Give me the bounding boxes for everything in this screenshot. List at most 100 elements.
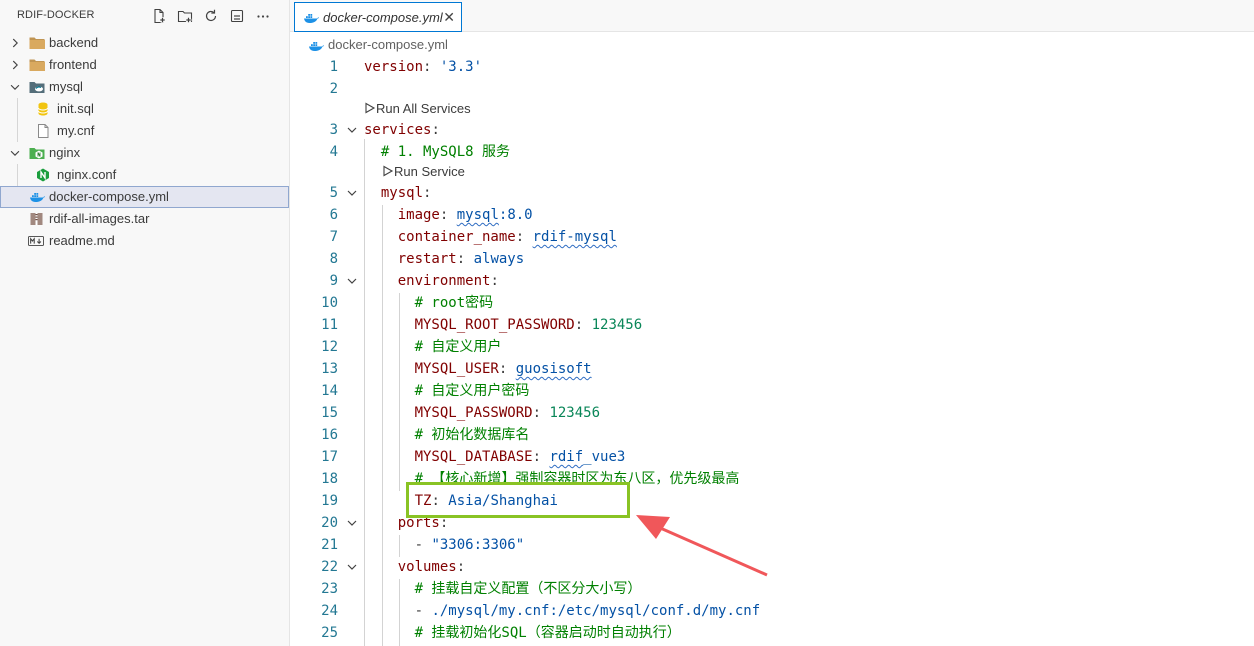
docker-icon [309,42,324,51]
tree-item-label: nginx [49,145,81,160]
tab-docker-compose[interactable]: docker-compose.yml ✕ [294,2,462,32]
folder-icon [29,37,45,49]
code-line[interactable]: # 挂载自定义配置（不区分大小写） [364,578,642,600]
run-service-label: Run Service [394,164,465,179]
line-number: 12 [321,339,338,355]
code-line[interactable]: MYSQL_ROOT_PASSWORD: 123456 [364,314,643,336]
code-token: : [498,361,516,377]
code-line[interactable]: mysql: [364,182,432,204]
tree-item-backend[interactable]: backend [0,32,289,54]
run-all-services-label: Run All Services [376,101,471,116]
code-line[interactable]: # 1. MySQL8 服务 [364,141,510,163]
database-file-icon [38,102,48,116]
code-line[interactable]: environment: [364,270,499,292]
code-token: ./mysql/my.cnf:/etc/mysql/conf.d/my.cnf [431,603,761,619]
code-comment: # 挂载初始化SQL（容器启动时自动执行） [414,625,681,641]
code-editor[interactable]: Run All Services Run Service 1 version: '… [290,55,1254,646]
tree-item-init-sql[interactable]: init.sql [0,98,289,120]
code-key: MYSQL_DATABASE [414,449,533,465]
code-line[interactable]: # 挂载初始化SQL（容器启动时自动执行） [364,622,681,644]
explorer-sidebar: RDIF-DOCKER backend frontend mysql init.… [0,0,290,646]
code-line[interactable]: restart: always [364,248,524,270]
new-file-icon[interactable] [149,7,169,25]
annotation-arrow-icon [636,515,768,577]
close-icon[interactable]: ✕ [443,10,455,26]
tree-item-rdif-all-images-tar[interactable]: rdif-all-images.tar [0,208,289,230]
code-comment: # 挂载自定义配置（不区分大小写） [414,581,642,597]
line-number: 23 [321,581,338,597]
code-line[interactable]: # 自定义用户 [364,336,502,358]
code-line[interactable]: version: '3.3' [364,56,482,78]
code-token: - [364,537,432,553]
line-number: 5 [329,185,338,201]
code-comment: # 初始化数据库名 [414,427,530,443]
line-number: 25 [321,625,338,641]
tree-item-readme-md[interactable]: readme.md [0,230,289,252]
code-line[interactable]: MYSQL_DATABASE: rdif_vue3 [364,446,626,468]
tree-item-my-cnf[interactable]: my.cnf [0,120,289,142]
code-line[interactable]: - ./mysql/my.cnf:/etc/mysql/conf.d/my.cn… [364,600,761,622]
breadcrumb: docker-compose.yml [290,33,1254,55]
tree-item-docker-compose[interactable]: docker-compose.yml [0,186,289,208]
code-comment: # 自定义用户密码 [414,383,530,399]
refresh-icon[interactable] [201,7,221,25]
code-token: '3.3' [439,59,483,75]
tree-item-label: init.sql [57,101,94,116]
code-key: volumes [397,559,457,575]
fold-chevron-icon[interactable] [346,270,358,292]
code-line[interactable]: # 初始化数据库名 [364,424,530,446]
code-token: : [456,559,466,575]
new-folder-icon[interactable] [175,7,195,25]
code-key: mysql [380,185,424,201]
fold-chevron-icon[interactable] [346,556,358,578]
code-line[interactable]: MYSQL_PASSWORD: 123456 [364,402,600,424]
collapse-all-icon[interactable] [227,7,247,25]
tree-item-nginx-conf[interactable]: nginx.conf [0,164,289,186]
code-key: MYSQL_ROOT_PASSWORD [414,317,575,333]
line-number: 6 [329,207,338,223]
fold-chevron-icon[interactable] [346,512,358,534]
tree-item-label: nginx.conf [57,167,117,182]
explorer-header: RDIF-DOCKER [0,0,289,32]
code-token: : [490,273,499,289]
line-number: 14 [321,383,338,399]
line-number: 18 [321,471,338,487]
code-line[interactable]: # 自定义用户密码 [364,380,530,402]
tree-item-frontend[interactable]: frontend [0,54,289,76]
code-line[interactable]: volumes: [364,556,465,578]
nginx-file-icon [37,168,49,182]
mysql-folder-icon [29,82,45,93]
breadcrumb-file[interactable]: docker-compose.yml [328,37,448,52]
line-number: 24 [321,603,338,619]
more-icon[interactable] [253,7,273,25]
code-line[interactable]: MYSQL_USER: guosisoft [364,358,592,380]
line-number: 22 [321,559,338,575]
fold-chevron-icon[interactable] [346,182,358,204]
code-line[interactable]: # root密码 [364,292,494,314]
chevron-down-icon [10,150,20,156]
code-token: rdif [549,449,584,465]
tree-item-label: readme.md [49,233,115,248]
code-line[interactable]: image: mysql:8.0 [364,204,533,226]
tree-item-nginx[interactable]: nginx [0,142,289,164]
explorer-title: RDIF-DOCKER [17,9,95,21]
highlight-box [406,482,630,518]
run-all-services-lens[interactable]: Run All Services [364,99,471,119]
code-token: _vue3 [583,449,626,465]
docker-icon [304,14,319,23]
chevron-down-icon [10,84,20,90]
fold-chevron-icon[interactable] [346,119,358,141]
line-number: 8 [329,251,338,267]
run-service-lens[interactable]: Run Service [382,162,465,182]
code-token: : [423,59,440,75]
line-number: 10 [321,295,338,311]
code-line[interactable]: - "3306:3306" [364,534,525,556]
tree-item-mysql[interactable]: mysql [0,76,289,98]
line-number: 17 [321,449,338,465]
code-line[interactable]: services: [364,119,440,141]
code-line[interactable]: container_name: rdif-mysql [364,226,617,248]
